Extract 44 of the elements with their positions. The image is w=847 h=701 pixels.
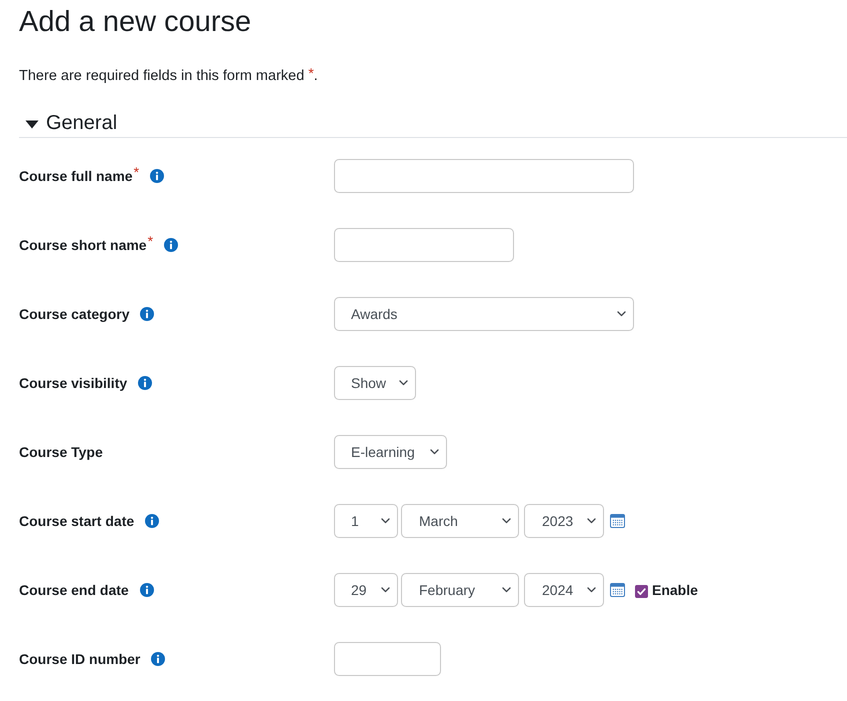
field-label: Course ID number xyxy=(19,650,140,669)
info-icon[interactable] xyxy=(151,652,166,666)
chevron-down-icon xyxy=(617,311,626,317)
field-label: Course start date xyxy=(19,512,134,531)
chevron-down-icon xyxy=(587,518,596,524)
dropdown-select[interactable]: Awards xyxy=(334,297,634,331)
field-label: Course full name* xyxy=(19,166,140,186)
info-icon[interactable] xyxy=(140,307,154,321)
checkbox-label: Enable xyxy=(652,581,698,600)
calendar-icon[interactable] xyxy=(610,583,625,597)
chevron-down-icon xyxy=(381,518,390,524)
section-heading[interactable]: General xyxy=(46,111,118,135)
chevron-down-icon xyxy=(430,449,439,455)
required-fields-notice: There are required fields in this form marked *. xyxy=(19,66,318,86)
info-icon[interactable] xyxy=(150,169,164,183)
text-field[interactable] xyxy=(334,228,514,262)
caret-down-icon[interactable] xyxy=(25,120,39,128)
info-icon[interactable] xyxy=(145,514,160,528)
text-field[interactable] xyxy=(334,642,441,676)
chevron-down-icon xyxy=(399,380,408,386)
calendar-icon[interactable] xyxy=(610,514,625,528)
chevron-down-icon xyxy=(502,518,511,524)
checkbox[interactable] xyxy=(635,584,648,598)
year-dropdown[interactable]: 2024 xyxy=(524,573,604,607)
field-label: Course short name* xyxy=(19,235,154,255)
info-icon[interactable] xyxy=(138,376,152,390)
chevron-down-icon xyxy=(381,587,390,593)
dropdown-select[interactable]: Show xyxy=(334,366,416,400)
chevron-down-icon xyxy=(587,587,596,593)
info-icon[interactable] xyxy=(164,238,178,252)
day-dropdown[interactable]: 1 xyxy=(334,504,398,538)
info-icon[interactable] xyxy=(140,583,154,597)
day-dropdown[interactable]: 29 xyxy=(334,573,398,607)
field-label: Course end date xyxy=(19,581,129,600)
text-field[interactable] xyxy=(334,159,634,193)
field-label: Course category xyxy=(19,305,130,324)
field-label: Course visibility xyxy=(19,374,128,393)
page-title: Add a new course xyxy=(19,5,252,40)
chevron-down-icon xyxy=(502,587,511,593)
month-dropdown[interactable]: February xyxy=(401,573,519,607)
field-label: Course Type xyxy=(19,443,103,462)
dropdown-select[interactable]: E-learning xyxy=(334,435,447,469)
year-dropdown[interactable]: 2023 xyxy=(524,504,604,538)
month-dropdown[interactable]: March xyxy=(401,504,519,538)
